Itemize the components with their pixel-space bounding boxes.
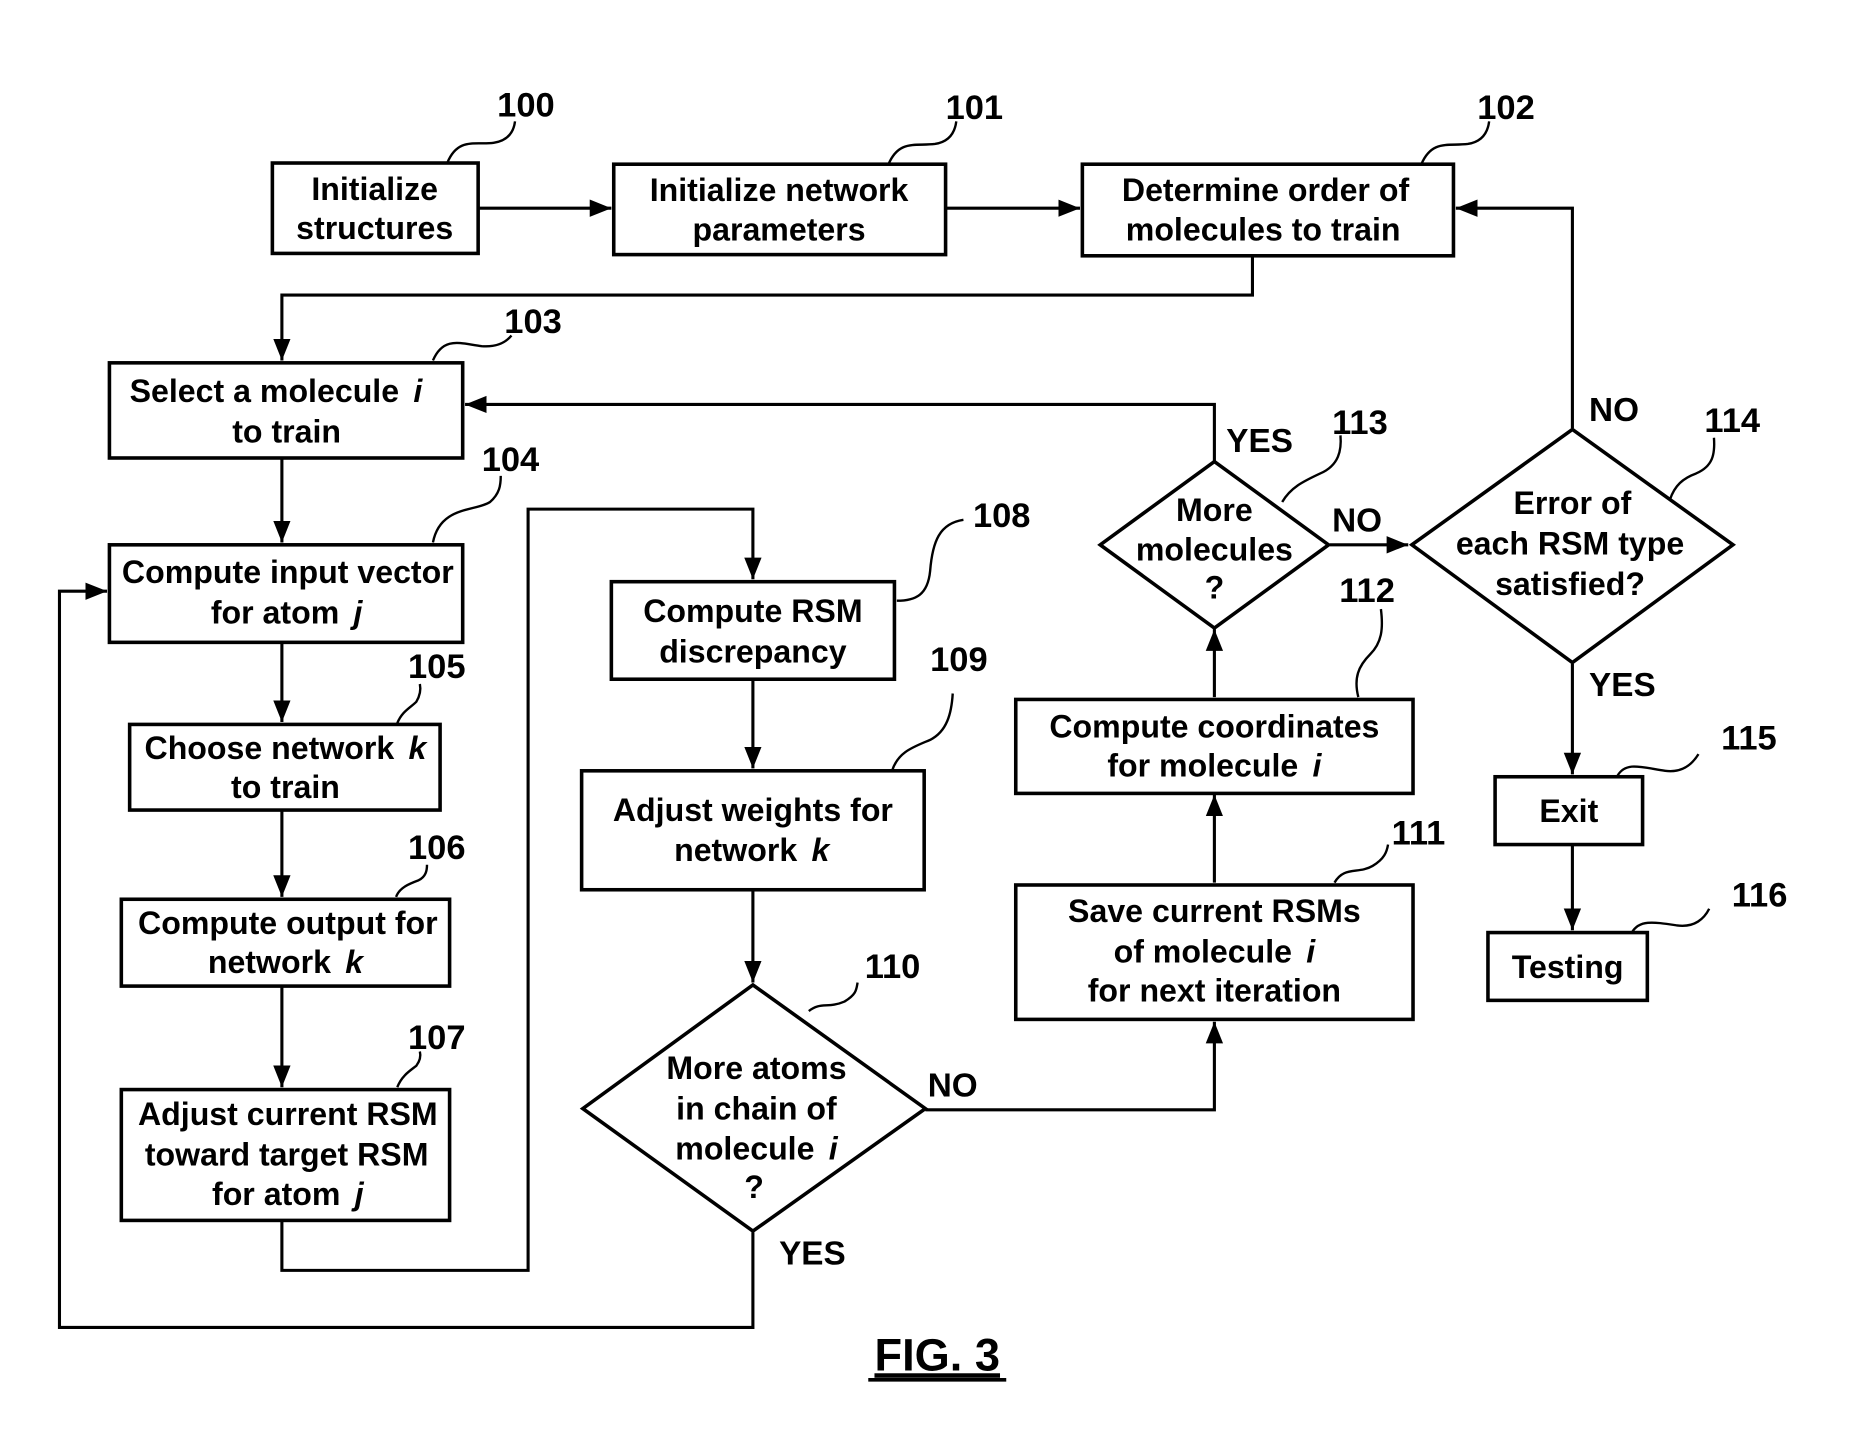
figure-caption: FIG. 3: [874, 1329, 1000, 1380]
flowchart: Initialize structures 100 Initialize net…: [57, 87, 1788, 1382]
ref-102: 102: [1477, 89, 1535, 127]
node-111-line-1: Save current RSMs: [1068, 893, 1361, 929]
node-102-line-1: Determine order of: [1122, 172, 1410, 208]
node-114-line-2: each RSM type: [1456, 525, 1684, 561]
node-109-line-1: Adjust weights for: [613, 792, 894, 828]
node-108-line-1: Compute RSM: [643, 593, 862, 629]
node-114: Error of each RSM type satisfied? 114: [1408, 402, 1760, 665]
node-100-line-2: structures: [296, 210, 453, 246]
node-103: Select a molecule i to train 103: [107, 303, 562, 460]
ref-110: 110: [865, 948, 921, 986]
ref-109: 109: [930, 641, 988, 679]
node-110-line-4: ?: [744, 1169, 764, 1205]
ref-108: 108: [973, 497, 1031, 535]
node-104: Compute input vector for atom j 104: [107, 441, 540, 645]
ref-115: 115: [1721, 719, 1777, 757]
node-108-line-2: discrepancy: [659, 634, 847, 670]
arrow-102-103: [273, 255, 1254, 361]
node-101-line-1: Initialize network: [650, 172, 909, 208]
node-113-line-2: molecules: [1136, 531, 1293, 567]
node-101: Initialize network parameters 101: [611, 89, 1004, 257]
node-114-line-3: satisfied?: [1495, 566, 1645, 602]
node-111-line-2: of molecule i: [1114, 933, 1317, 969]
node-116-line-1: Testing: [1512, 949, 1624, 985]
node-107-line-2: toward target RSM: [145, 1137, 429, 1173]
ref-106: 106: [408, 829, 466, 867]
node-103-line-1: Select a molecule i: [130, 373, 424, 409]
ref-101: 101: [946, 89, 1004, 127]
ref-111: 111: [1392, 815, 1446, 853]
node-100-line-1: Initialize: [311, 171, 438, 207]
node-115: Exit 115: [1493, 719, 1777, 847]
label-114-no: NO: [1589, 392, 1639, 429]
node-103-line-2: to train: [232, 414, 341, 450]
node-110-line-2: in chain of: [676, 1090, 837, 1126]
ref-113: 113: [1332, 404, 1388, 442]
node-115-line-1: Exit: [1539, 793, 1598, 829]
node-100: Initialize structures 100: [270, 87, 555, 256]
ref-107: 107: [408, 1019, 466, 1057]
ref-104: 104: [482, 441, 540, 479]
node-116: Testing 116: [1486, 876, 1788, 1003]
ref-105: 105: [408, 648, 466, 686]
ref-100: 100: [497, 87, 555, 125]
ref-112: 112: [1339, 572, 1395, 610]
node-107-line-1: Adjust current RSM: [138, 1096, 438, 1132]
node-112-line-2: for molecule i: [1107, 748, 1322, 784]
node-112-line-1: Compute coordinates: [1049, 709, 1379, 745]
node-105-line-1: Choose network k: [145, 730, 429, 766]
node-114-line-1: Error of: [1514, 485, 1632, 521]
node-110: More atoms in chain of molecule i ? 110: [579, 948, 929, 1234]
label-113-no: NO: [1332, 503, 1382, 540]
node-110-line-3: molecule i: [675, 1131, 838, 1167]
node-105-line-2: to train: [231, 769, 340, 805]
node-104-line-1: Compute input vector: [122, 554, 454, 590]
label-110-no: NO: [928, 1068, 978, 1105]
arrow-114-no-102: [1455, 199, 1574, 429]
node-110-line-1: More atoms: [666, 1050, 846, 1086]
label-113-yes: YES: [1226, 423, 1293, 460]
node-102: Determine order of molecules to train 10…: [1080, 89, 1535, 258]
label-110-yes: YES: [779, 1235, 846, 1272]
node-106: Compute output for network k 106: [119, 829, 466, 988]
label-114-yes: YES: [1589, 667, 1656, 704]
ref-103: 103: [504, 303, 562, 341]
node-113-line-3: ?: [1205, 569, 1225, 605]
node-113-line-1: More: [1176, 492, 1253, 528]
node-111-line-3: for next iteration: [1088, 973, 1341, 1009]
node-101-line-2: parameters: [692, 211, 865, 247]
node-102-line-2: molecules to train: [1126, 211, 1401, 247]
node-106-line-1: Compute output for: [138, 905, 438, 941]
node-105: Choose network k to train 105: [127, 648, 466, 812]
node-111: Save current RSMs of molecule i for next …: [1013, 815, 1446, 1022]
node-107: Adjust current RSM toward target RSM for…: [119, 1019, 466, 1223]
ref-116: 116: [1732, 876, 1788, 914]
ref-114: 114: [1704, 402, 1760, 440]
arrow-113-yes-103: [465, 395, 1216, 462]
